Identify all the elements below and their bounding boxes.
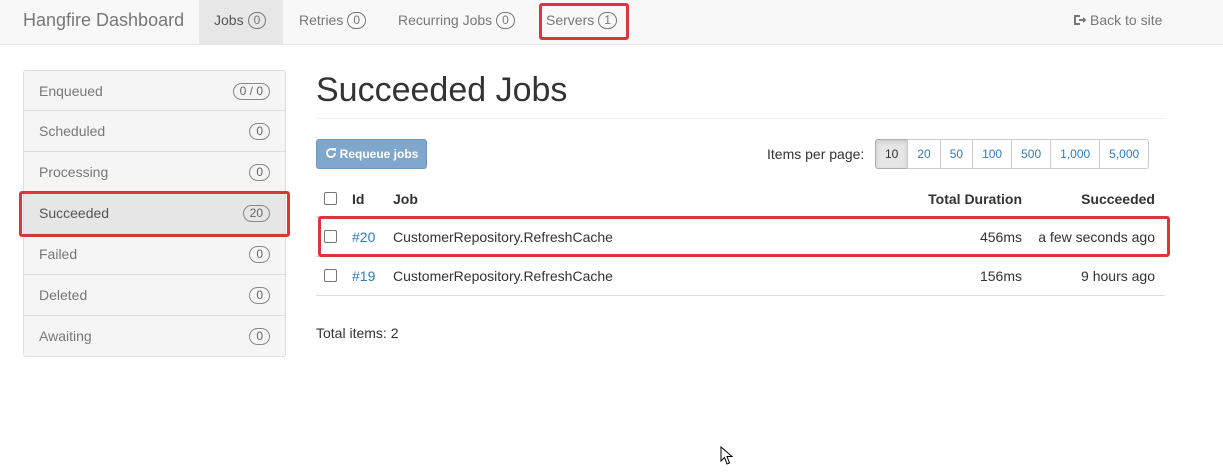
- job-id-link[interactable]: #20: [352, 218, 375, 256]
- header-succeeded: Succeeded: [1081, 191, 1155, 207]
- row-checkbox[interactable]: [324, 269, 337, 282]
- mouse-cursor-icon: [720, 446, 734, 465]
- nav-servers[interactable]: Servers 1: [531, 0, 632, 44]
- sidebar-item-count: 0: [249, 123, 270, 140]
- brand-link[interactable]: Hangfire Dashboard: [23, 0, 184, 44]
- page-size-5000[interactable]: 5,000: [1099, 139, 1150, 169]
- total-items: Total items: 2: [316, 325, 399, 341]
- nav-recurring-label: Recurring Jobs: [398, 12, 493, 28]
- nav-recurring-jobs[interactable]: Recurring Jobs 0: [383, 0, 530, 44]
- nav-servers-label: Servers: [546, 12, 595, 28]
- sidebar-item-deleted[interactable]: Deleted 0: [23, 275, 286, 316]
- row-checkbox[interactable]: [324, 230, 337, 243]
- nav-servers-count: 1: [598, 12, 617, 29]
- nav-jobs-label: Jobs: [214, 12, 244, 28]
- sidebar-item-label: Succeeded: [39, 205, 110, 221]
- sidebar-item-count: 20: [242, 205, 270, 222]
- page-size-20[interactable]: 20: [907, 139, 941, 169]
- sidebar-item-label: Failed: [39, 246, 78, 262]
- back-to-site-link[interactable]: Back to site: [1058, 0, 1177, 44]
- table-header-row: Id Job Total Duration Succeeded: [316, 180, 1165, 218]
- sidebar-item-count: 0: [249, 246, 270, 263]
- table-row: #19 CustomerRepository.RefreshCache 156m…: [316, 257, 1165, 296]
- nav-jobs-count: 0: [247, 12, 267, 29]
- job-state-sidebar: Enqueued 0 / 0 Scheduled 0 Processing 0 …: [23, 70, 286, 357]
- sidebar-item-label: Processing: [39, 164, 109, 180]
- top-navbar: Hangfire Dashboard Jobs 0 Retries 0 Recurr…: [0, 0, 1223, 45]
- sidebar-item-failed[interactable]: Failed 0: [23, 234, 286, 275]
- job-name: CustomerRepository.RefreshCache: [393, 268, 613, 284]
- table-row: #20 CustomerRepository.RefreshCache 456m…: [316, 218, 1165, 257]
- job-id-link[interactable]: #19: [352, 257, 375, 295]
- page-size-100[interactable]: 100: [972, 139, 1013, 169]
- sidebar-item-awaiting[interactable]: Awaiting 0: [23, 316, 286, 357]
- nav-retries-count: 0: [347, 12, 367, 29]
- header-job: Job: [393, 191, 418, 207]
- job-succeeded-time: 9 hours ago: [1081, 268, 1155, 284]
- page-title: Succeeded Jobs: [316, 71, 568, 109]
- sidebar-item-count: 0 / 0: [232, 83, 270, 100]
- refresh-icon: [325, 148, 336, 158]
- sidebar-item-enqueued[interactable]: Enqueued 0 / 0: [23, 70, 286, 111]
- title-divider: [316, 118, 1165, 119]
- sidebar-item-processing[interactable]: Processing 0: [23, 152, 286, 193]
- nav-retries[interactable]: Retries 0: [284, 0, 381, 44]
- items-per-page-group: 10 20 50 100 500 1,000 5,000: [875, 139, 1150, 169]
- sidebar-item-succeeded[interactable]: Succeeded 20: [23, 193, 286, 234]
- sign-out-icon: [1074, 15, 1087, 25]
- nav-recurring-count: 0: [496, 12, 515, 29]
- nav-retries-label: Retries: [299, 12, 344, 28]
- page-size-1000[interactable]: 1,000: [1050, 139, 1101, 169]
- select-all-checkbox[interactable]: [324, 192, 337, 205]
- job-duration: 156ms: [979, 268, 1022, 284]
- sidebar-item-count: 0: [249, 164, 270, 181]
- job-name: CustomerRepository.RefreshCache: [393, 229, 613, 245]
- header-total-duration: Total Duration: [928, 191, 1022, 207]
- requeue-jobs-label: Requeue jobs: [339, 147, 419, 161]
- sidebar-item-count: 0: [249, 328, 270, 345]
- sidebar-item-scheduled[interactable]: Scheduled 0: [23, 111, 286, 152]
- page-size-50[interactable]: 50: [939, 139, 974, 169]
- page-size-500[interactable]: 500: [1011, 139, 1052, 169]
- sidebar-item-count: 0: [249, 287, 270, 304]
- succeeded-jobs-table: Id Job Total Duration Succeeded #20 Cust…: [316, 180, 1165, 296]
- page-size-10[interactable]: 10: [875, 139, 909, 169]
- header-id: Id: [352, 191, 365, 207]
- nav-jobs[interactable]: Jobs 0: [199, 0, 283, 44]
- sidebar-item-label: Deleted: [39, 287, 88, 303]
- job-duration: 456ms: [979, 229, 1022, 245]
- back-to-site-label: Back to site: [1090, 12, 1163, 28]
- sidebar-item-label: Scheduled: [39, 123, 106, 139]
- requeue-jobs-button[interactable]: Requeue jobs: [316, 139, 427, 169]
- sidebar-item-label: Awaiting: [39, 328, 92, 344]
- job-succeeded-time: a few seconds ago: [1038, 229, 1155, 245]
- sidebar-item-label: Enqueued: [39, 83, 103, 99]
- items-per-page-label: Items per page:: [767, 146, 865, 162]
